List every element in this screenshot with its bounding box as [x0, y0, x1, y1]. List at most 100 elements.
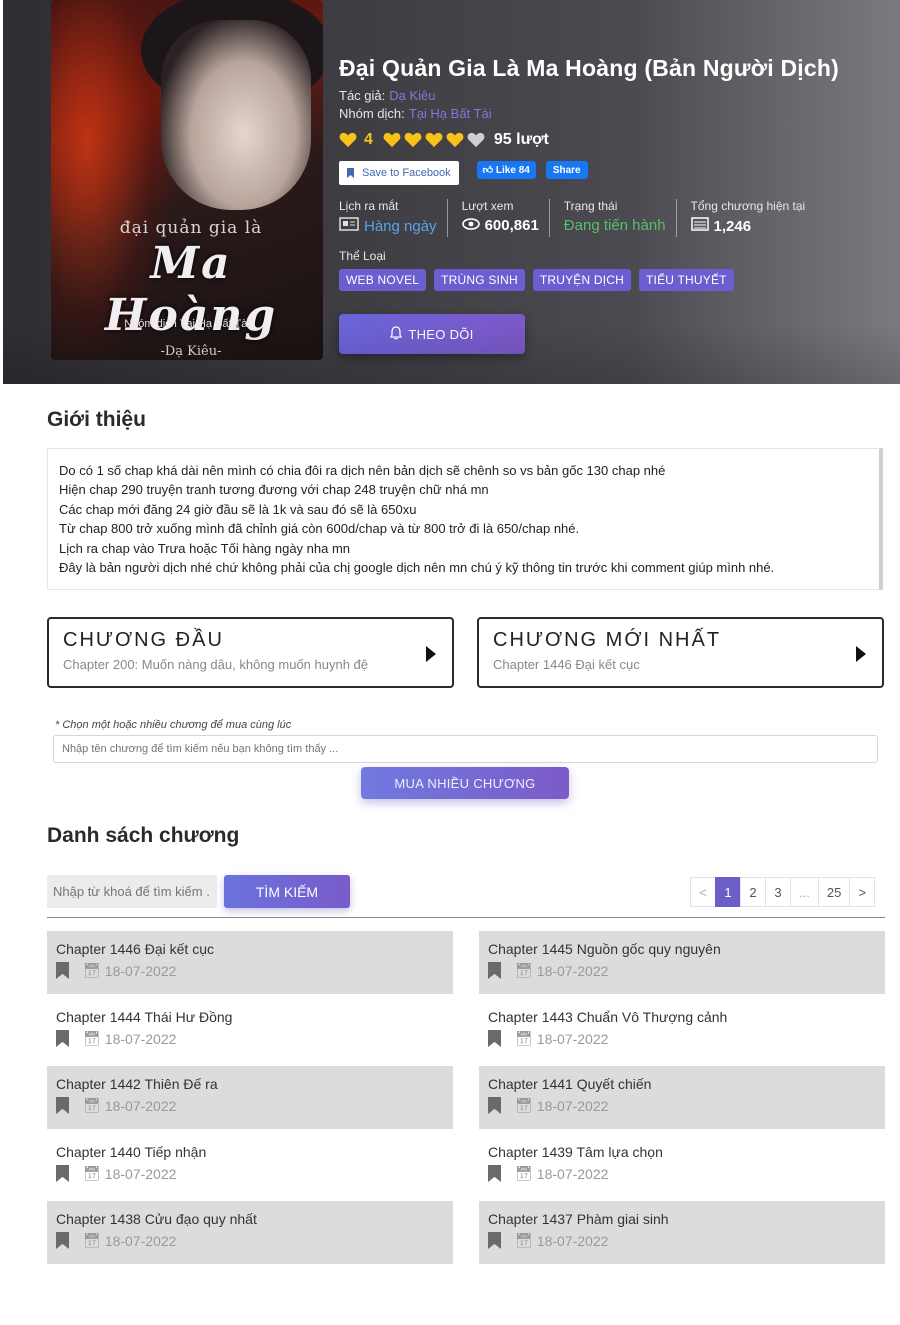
chapter-meta: 📅︎ 18-07-2022	[488, 1165, 876, 1182]
buy-note: * Chọn một hoặc nhiều chương để mua cùng…	[55, 719, 292, 731]
pagination-page[interactable]: 1	[715, 877, 741, 907]
rating-value: 4	[364, 131, 373, 148]
bookmark-icon	[347, 168, 354, 178]
heart-icon[interactable]	[446, 132, 464, 148]
pagination-page[interactable]: 3	[765, 877, 791, 907]
bookmark-icon[interactable]	[488, 1030, 501, 1047]
chapter-list-title: Danh sách chương	[47, 824, 240, 847]
chapter-item[interactable]: Chapter 1443 Chuẩn Vô Thượng cảnh 📅︎ 18-0…	[479, 999, 885, 1062]
chapter-name: Chapter 1440 Tiếp nhận	[56, 1144, 207, 1160]
latest-chapter-name: Chapter 1446 Đại kết cục	[493, 657, 640, 672]
genre-tag[interactable]: TRÙNG SINH	[434, 269, 525, 291]
genre-tag[interactable]: TRUYỆN DỊCH	[532, 269, 632, 291]
stat-views-value: 600,861	[484, 217, 539, 234]
bookmark-icon[interactable]	[56, 962, 69, 979]
author-link[interactable]: Dạ Kiêu	[389, 88, 435, 103]
chapter-item[interactable]: Chapter 1440 Tiếp nhận 📅︎ 18-07-2022	[47, 1134, 453, 1197]
chapter-search-input[interactable]	[47, 875, 217, 908]
follow-label: THEO DÕI	[408, 326, 474, 342]
facebook-like-button[interactable]: 👍︎ Like 84	[476, 161, 536, 179]
arrow-right-icon	[856, 646, 866, 662]
bookmark-icon[interactable]	[56, 1097, 69, 1114]
bookmark-icon[interactable]	[56, 1165, 69, 1182]
pagination-prev[interactable]: <	[690, 877, 716, 907]
bookmark-icon[interactable]	[488, 962, 501, 979]
translator-link[interactable]: Tại Hạ Bất Tài	[409, 106, 492, 121]
divider	[47, 917, 885, 918]
genre-tag[interactable]: WEB NOVEL	[339, 269, 427, 291]
stat-release-value-row: Hàng ngày	[339, 217, 437, 235]
chapter-item[interactable]: Chapter 1445 Nguồn gốc quy nguyên 📅︎ 18-0…	[479, 931, 885, 994]
search-button[interactable]: TÌM KIẾM	[224, 875, 350, 908]
chapter-meta: 📅︎ 18-07-2022	[56, 1165, 444, 1182]
cover-author: -Dạ Kiêu-	[160, 344, 222, 359]
heart-icon[interactable]	[339, 132, 357, 148]
intro-line: Do có 1 số chap khá dài nên mình có chia…	[59, 463, 666, 478]
heart-empty-icon[interactable]	[467, 132, 485, 148]
thumbs-up-icon: 👍︎	[482, 165, 496, 176]
first-chapter-card[interactable]: CHƯƠNG ĐẦU Chapter 200: Muốn nàng dâu, k…	[47, 617, 454, 688]
bookmark-icon[interactable]	[56, 1232, 69, 1249]
cover-image[interactable]: đại quản gia là Ma Hoàng -Dạ Kiêu- Nhóm …	[51, 0, 323, 360]
heart-icon[interactable]	[425, 132, 443, 148]
bookmark-icon[interactable]	[488, 1097, 501, 1114]
rating: 4 95 lượt	[339, 131, 884, 149]
author-label: Tác giả:	[339, 88, 386, 103]
chapter-name: Chapter 1444 Thái Hư Đồng	[56, 1009, 233, 1025]
rating-count: 95 lượt	[493, 131, 549, 148]
list-icon	[690, 217, 709, 235]
latest-chapter-card[interactable]: CHƯƠNG MỚI NHẤT Chapter 1446 Đại kết cục	[477, 617, 884, 688]
buy-multiple-button[interactable]: MUA NHIỀU CHƯƠNG	[361, 767, 569, 799]
intro-line: Các chap mới đăng 24 giờ đầu sẽ là 1k và…	[59, 501, 417, 517]
stat-views-value-row: 600,861	[461, 217, 539, 234]
stat-chapters-value: 1,246	[713, 217, 752, 235]
chapter-name: Chapter 1445 Nguồn gốc quy nguyên	[488, 941, 721, 957]
chapter-item[interactable]: Chapter 1437 Phàm giai sinh 📅︎ 18-07-2022	[479, 1201, 885, 1264]
heart-icon[interactable]	[383, 132, 401, 148]
bookmark-icon[interactable]	[488, 1165, 501, 1182]
pagination-ellipsis: ...	[790, 877, 819, 907]
heart-icon[interactable]	[404, 132, 422, 148]
chapter-item[interactable]: Chapter 1446 Đại kết cục 📅︎ 18-07-2022	[47, 931, 453, 994]
author-line: Tác giả: Dạ Kiêu	[339, 88, 884, 103]
chapter-name: Chapter 1443 Chuẩn Vô Thượng cảnh	[488, 1009, 728, 1025]
chapter-date: 18-07-2022	[536, 1030, 609, 1047]
bookmark-icon[interactable]	[488, 1232, 501, 1249]
cover-face	[161, 20, 311, 210]
genres-label: Thể Loại	[339, 249, 386, 263]
facebook-share-button[interactable]: Share	[545, 161, 588, 179]
pagination-page[interactable]: 25	[817, 877, 851, 907]
chapter-name: Chapter 1439 Tâm lựa chọn	[488, 1144, 663, 1160]
chapter-date: 18-07-2022	[104, 962, 177, 979]
buy-chapter-search-input[interactable]	[53, 735, 878, 763]
chapter-meta: 📅︎ 18-07-2022	[56, 962, 444, 979]
chapter-date: 18-07-2022	[536, 1097, 609, 1114]
stat-views-label: Lượt xem	[461, 199, 514, 213]
calendar-icon: 📅︎	[83, 1097, 101, 1113]
chapter-item[interactable]: Chapter 1438 Cửu đạo quy nhất 📅︎ 18-07-20…	[47, 1201, 453, 1264]
chapter-name: Chapter 1441 Quyết chiến	[488, 1076, 652, 1092]
chapter-meta: 📅︎ 18-07-2022	[488, 1097, 876, 1114]
chapter-item[interactable]: Chapter 1439 Tâm lựa chọn 📅︎ 18-07-2022	[479, 1134, 885, 1197]
chapter-item[interactable]: Chapter 1441 Quyết chiến 📅︎ 18-07-2022	[479, 1066, 885, 1129]
intro-line: Hiện chap 290 truyện tranh tương đương v…	[59, 482, 489, 498]
chapter-meta: 📅︎ 18-07-2022	[488, 1030, 876, 1047]
chapter-meta: 📅︎ 18-07-2022	[56, 1030, 444, 1047]
pagination-next[interactable]: >	[849, 877, 876, 907]
stat-release-label: Lịch ra mắt	[339, 199, 399, 213]
chapter-meta: 📅︎ 18-07-2022	[488, 962, 876, 979]
intro-line: Đây là bản người dịch nhé chứ không phải…	[59, 560, 775, 576]
calendar-icon: 📅︎	[515, 1232, 533, 1248]
pagination-page[interactable]: 2	[740, 877, 766, 907]
bookmark-icon[interactable]	[56, 1030, 69, 1047]
follow-button[interactable]: THEO DÕI	[339, 314, 525, 354]
chapter-item[interactable]: Chapter 1444 Thái Hư Đồng 📅︎ 18-07-2022	[47, 999, 453, 1062]
facebook-save-button[interactable]: Save to Facebook	[339, 161, 459, 185]
chapter-item[interactable]: Chapter 1442 Thiên Đế ra 📅︎ 18-07-2022	[47, 1066, 453, 1129]
facebook-save-label: Save to Facebook	[362, 167, 451, 179]
intro-line: Lịch ra chap vào Trưa hoặc Tối hàng ngày…	[59, 540, 351, 556]
chapter-date: 18-07-2022	[104, 1030, 177, 1047]
chapter-name: Chapter 1438 Cửu đạo quy nhất	[56, 1211, 257, 1227]
genre-tag[interactable]: TIỂU THUYẾT	[639, 269, 734, 291]
calendar-icon: 📅︎	[83, 962, 101, 978]
